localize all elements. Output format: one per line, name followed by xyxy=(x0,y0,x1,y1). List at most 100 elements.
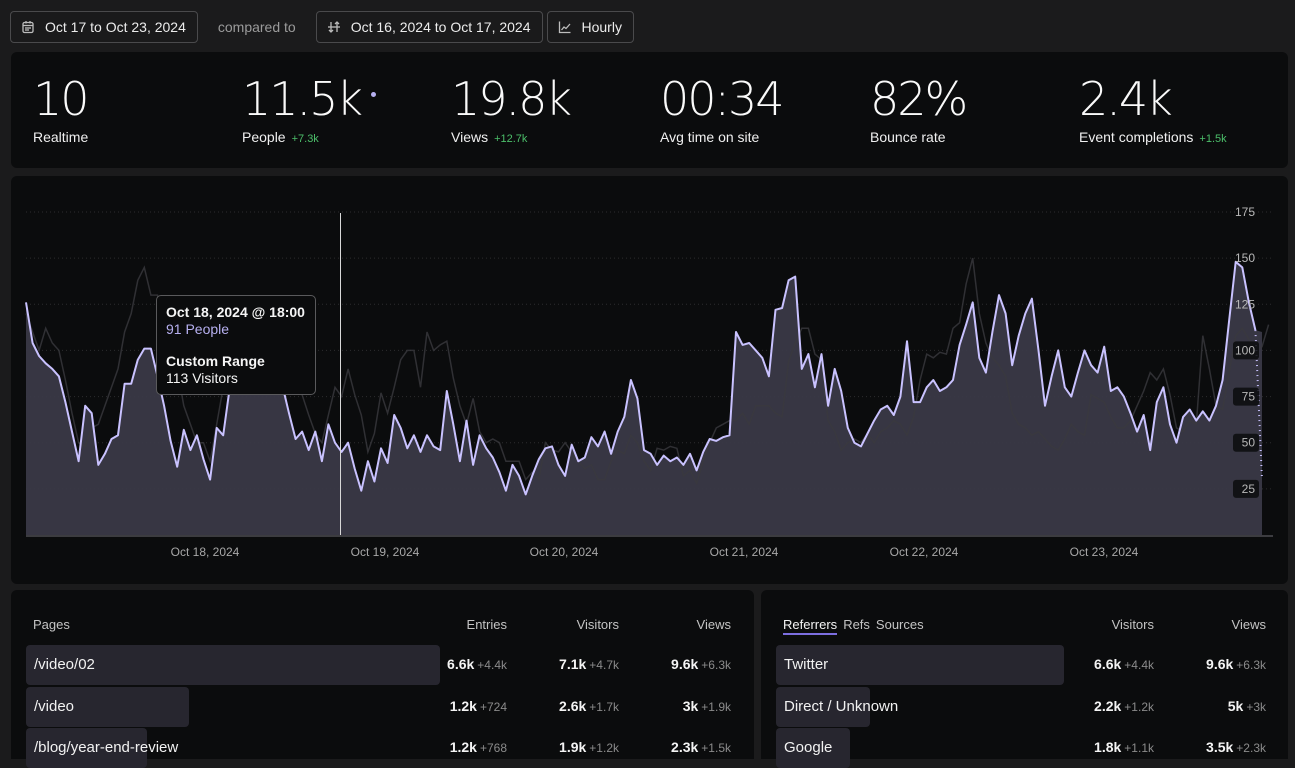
stat-label: Bounce rate xyxy=(870,129,946,145)
table-row[interactable]: /video 1.2k +724 2.6k +1.7k 3k +1.9k xyxy=(26,687,739,727)
stat-value: 11.5k xyxy=(242,72,363,126)
visitors-delta: +1.1k xyxy=(1124,741,1154,755)
y-tick-label: 75 xyxy=(1242,390,1256,404)
visitors-delta: +1.7k xyxy=(589,700,619,714)
x-tick-label: Oct 18, 2024 xyxy=(171,545,240,559)
tab-sources[interactable]: Sources xyxy=(876,617,924,635)
views-delta: +3k xyxy=(1246,700,1266,714)
y-tick-label: 175 xyxy=(1235,205,1255,219)
date-range-button[interactable]: Oct 17 to Oct 23, 2024 xyxy=(10,11,198,43)
tooltip-people: 91 People xyxy=(166,321,230,337)
views-delta: +6.3k xyxy=(1236,658,1266,672)
stat-avg-time[interactable]: 00:34 Avg time on site xyxy=(660,72,785,145)
table-row[interactable]: /blog/year-end-review 1.2k +768 1.9k +1.2k… xyxy=(26,728,739,768)
referrer-tabs: Referrers Refs Sources xyxy=(783,617,924,635)
date-range-label: Oct 17 to Oct 23, 2024 xyxy=(45,19,186,35)
interval-label: Hourly xyxy=(581,19,622,35)
compare-range-label: Oct 16, 2024 to Oct 17, 2024 xyxy=(350,19,531,35)
table-row[interactable]: /video/02 6.6k +4.4k 7.1k +4.7k 9.6k +6.3k xyxy=(26,645,739,685)
live-dot-icon xyxy=(371,92,377,97)
stat-event-completions[interactable]: 2.4k Event completions +1.5k xyxy=(1079,74,1227,145)
visitors-delta: +1.2k xyxy=(589,741,619,755)
stat-delta: +7.3k xyxy=(291,133,319,145)
tooltip-compare-title: Custom Range xyxy=(166,353,265,369)
page-path: /video/02 xyxy=(34,656,95,673)
compared-to-label: compared to xyxy=(217,19,296,35)
y-tick-label: 150 xyxy=(1235,251,1255,265)
views-value: 3k xyxy=(682,698,699,714)
interval-button[interactable]: Hourly xyxy=(546,11,634,43)
stat-value: 19.8k xyxy=(451,72,572,126)
stat-value: 10 xyxy=(33,72,90,126)
views-value: 9.6k xyxy=(1206,656,1234,672)
stat-value: 82% xyxy=(870,72,968,126)
column-header-entries[interactable]: Entries xyxy=(467,617,507,632)
stat-label: Event completions xyxy=(1079,129,1194,145)
toolbar: Oct 17 to Oct 23, 2024 compared to Oct 1… xyxy=(10,11,634,43)
tooltip-compare-value: 113 Visitors xyxy=(166,370,238,386)
table-row[interactable]: Google 1.8k +1.1k 3.5k +2.3k xyxy=(776,728,1273,768)
referrers-table: Referrers Refs Sources Visitors Views Tw… xyxy=(761,590,1288,768)
stat-people[interactable]: 11.5k People +7.3k xyxy=(242,72,377,145)
stat-label: Realtime xyxy=(33,129,89,145)
visitors-value: 1.8k xyxy=(1094,739,1122,755)
views-value: 9.6k xyxy=(671,656,699,672)
column-header-views[interactable]: Views xyxy=(697,617,731,632)
entries-delta: +4.4k xyxy=(477,658,507,672)
visitors-delta: +4.4k xyxy=(1124,658,1154,672)
column-header-visitors[interactable]: Visitors xyxy=(1112,617,1154,632)
referrer-name: Direct / Unknown xyxy=(784,698,899,715)
entries-delta: +724 xyxy=(479,700,507,714)
entries-value: 1.2k xyxy=(449,739,477,755)
tab-referrers[interactable]: Referrers xyxy=(783,617,838,635)
visitors-value: 2.6k xyxy=(559,698,587,714)
stat-bounce-rate[interactable]: 82% Bounce rate xyxy=(870,72,968,145)
table-row[interactable]: Twitter 6.6k +4.4k 9.6k +6.3k xyxy=(776,645,1273,685)
visitors-value: 1.9k xyxy=(559,739,587,755)
stat-views[interactable]: 19.8k Views +12.7k xyxy=(451,72,572,145)
views-delta: +2.3k xyxy=(1236,741,1266,755)
views-delta: +1.5k xyxy=(701,741,731,755)
page-path: /blog/year-end-review xyxy=(34,739,179,756)
calendar-icon xyxy=(22,21,34,34)
x-tick-label: Oct 20, 2024 xyxy=(530,545,599,559)
compare-range-button[interactable]: Oct 16, 2024 to Oct 17, 2024 xyxy=(315,11,543,43)
stat-delta: +1.5k xyxy=(1199,133,1227,145)
tab-refs[interactable]: Refs xyxy=(843,617,870,635)
visitors-delta: +1.2k xyxy=(1124,700,1154,714)
column-header-pages[interactable]: Pages xyxy=(33,617,70,632)
chart-tooltip: Oct 18, 2024 @ 18:00 91 People Custom Ra… xyxy=(156,295,316,395)
stat-value: 2.4k xyxy=(1079,72,1173,126)
compare-arrows-icon xyxy=(327,21,340,33)
visitors-value: 6.6k xyxy=(1094,656,1122,672)
tooltip-title: Oct 18, 2024 @ 18:00 xyxy=(166,304,305,320)
views-value: 3.5k xyxy=(1206,739,1234,755)
x-tick-label: Oct 19, 2024 xyxy=(351,545,420,559)
entries-delta: +768 xyxy=(479,741,507,755)
column-header-views[interactable]: Views xyxy=(1232,617,1266,632)
y-tick-label: 50 xyxy=(1242,436,1256,450)
y-tick-label: 125 xyxy=(1235,297,1255,311)
x-tick-label: Oct 21, 2024 xyxy=(710,545,779,559)
views-delta: +6.3k xyxy=(701,658,731,672)
x-tick-label: Oct 22, 2024 xyxy=(890,545,959,559)
referrer-name: Twitter xyxy=(784,656,829,673)
column-header-visitors[interactable]: Visitors xyxy=(577,617,619,632)
stat-value: 00:34 xyxy=(660,72,785,126)
visitors-value: 7.1k xyxy=(559,656,587,672)
table-row[interactable]: Direct / Unknown 2.2k +1.2k 5k +3k xyxy=(776,687,1273,727)
y-tick-label: 100 xyxy=(1235,343,1255,357)
entries-value: 1.2k xyxy=(449,698,477,714)
pages-table: Pages Entries Visitors Views /video/02 6… xyxy=(11,590,754,768)
stats-panel: 10 Realtime 11.5k People +7.3k 19.8k View… xyxy=(11,52,1288,168)
referrer-name: Google xyxy=(784,739,833,756)
views-delta: +1.9k xyxy=(701,700,731,714)
x-tick-label: Oct 23, 2024 xyxy=(1070,545,1139,559)
stat-realtime[interactable]: 10 Realtime xyxy=(33,72,90,145)
stat-label: Avg time on site xyxy=(660,129,760,145)
stat-delta: +12.7k xyxy=(494,133,528,145)
stat-label: People xyxy=(242,129,286,145)
line-chart-icon xyxy=(558,21,570,34)
page-path: /video xyxy=(34,698,75,715)
views-value: 2.3k xyxy=(671,739,699,755)
